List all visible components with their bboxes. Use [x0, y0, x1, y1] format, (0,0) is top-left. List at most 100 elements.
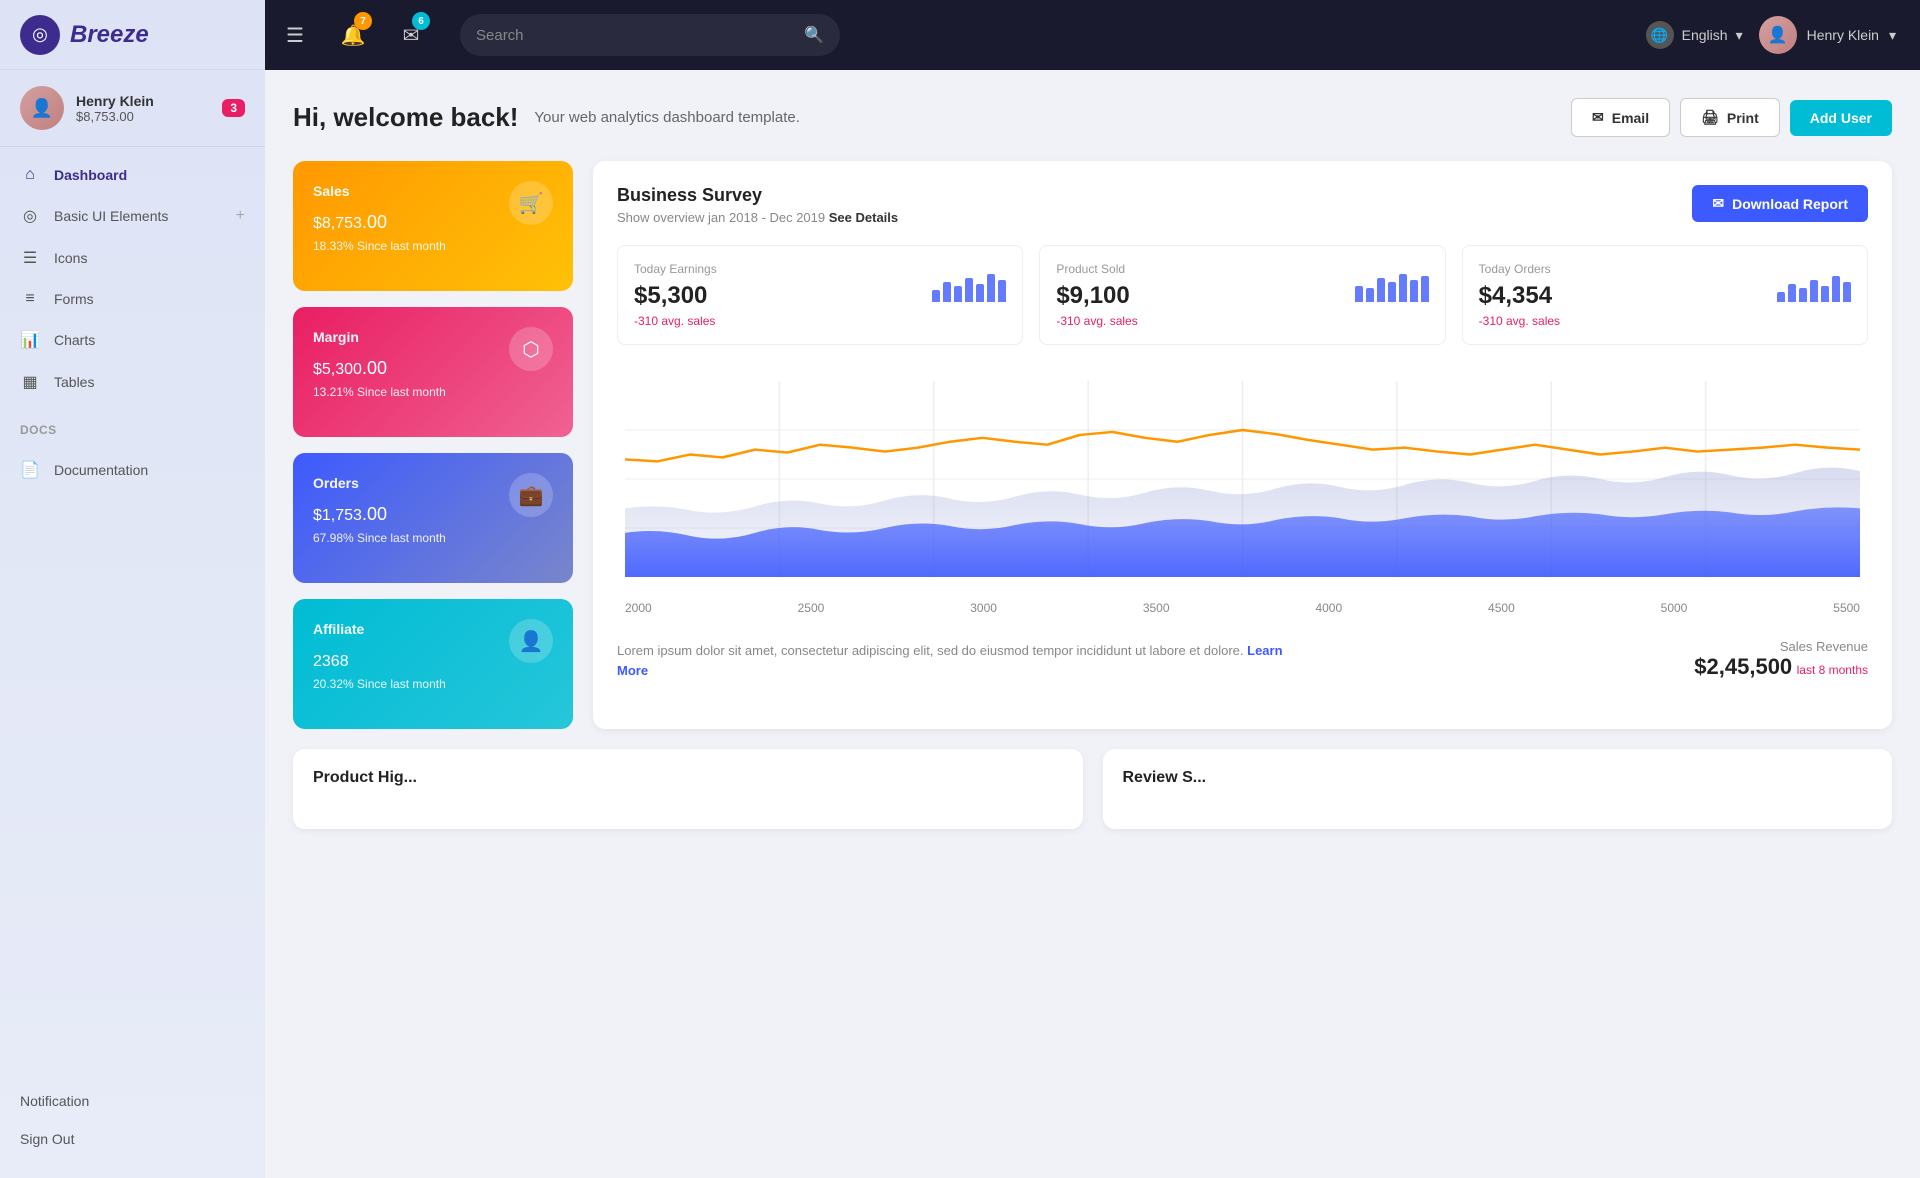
bar — [1777, 292, 1785, 302]
bar — [1788, 284, 1796, 302]
nav-label-icons: Icons — [54, 250, 87, 266]
download-report-button[interactable]: ✉ Download Report — [1692, 185, 1868, 222]
notification-badge: 7 — [354, 12, 372, 30]
sidebar-item-notification[interactable]: Notification — [0, 1082, 265, 1120]
home-icon: ⌂ — [20, 166, 40, 184]
sidebar-item-documentation[interactable]: 📄 Documentation — [0, 449, 265, 491]
main-chart-svg — [625, 381, 1860, 577]
print-icon: 🖨 — [1701, 109, 1719, 126]
menu-button[interactable]: ☰ — [270, 0, 320, 70]
bottom-panel-product-title: Product Hig... — [313, 769, 1063, 787]
stat-icon-sales: 🛒 — [509, 181, 553, 225]
main-content: Hi, welcome back! Your web analytics das… — [265, 70, 1920, 1178]
sidebar-notification-badge: 3 — [222, 99, 245, 117]
x-label-3: 3500 — [1143, 601, 1170, 615]
chart-description: Lorem ipsum dolor sit amet, consectetur … — [617, 641, 1305, 680]
dashboard-grid: Sales $8,753.00 18.33% Since last month … — [293, 161, 1892, 729]
user-details: Henry Klein $8,753.00 — [76, 93, 210, 124]
email-button[interactable]: ✉ Email — [1571, 98, 1670, 137]
bottom-panel-product: Product Hig... — [293, 749, 1083, 829]
icons-icon: ☰ — [20, 248, 40, 268]
nav-label-charts: Charts — [54, 332, 95, 348]
sidebar-item-forms[interactable]: ≡ Forms — [0, 279, 265, 319]
sidebar-bottom: Notification Sign Out — [0, 1082, 265, 1178]
user-name-label: Henry Klein — [1807, 27, 1879, 43]
x-label-1: 2500 — [798, 601, 825, 615]
basic-ui-icon: ◎ — [20, 206, 40, 226]
topbar-right: 🌐 English ▾ 👤 Henry Klein ▾ — [1646, 16, 1920, 54]
survey-title: Business Survey — [617, 185, 898, 206]
language-chevron-icon: ▾ — [1736, 27, 1743, 44]
stat-icon-margin: ⬡ — [509, 327, 553, 371]
sidebar-user-section: 👤 Henry Klein $8,753.00 3 — [0, 70, 265, 147]
bar — [954, 286, 962, 302]
bar — [1799, 288, 1807, 302]
bar — [1421, 276, 1429, 302]
language-selector[interactable]: 🌐 English ▾ — [1646, 21, 1743, 49]
survey-subtitle: Show overview jan 2018 - Dec 2019 See De… — [617, 210, 898, 225]
nav-label-basic-ui: Basic UI Elements — [54, 208, 168, 224]
nav-label-documentation: Documentation — [54, 462, 148, 478]
welcome-title: Hi, welcome back! — [293, 102, 518, 133]
forms-icon: ≡ — [20, 290, 40, 308]
charts-icon: 📊 — [20, 330, 40, 350]
bar — [1377, 278, 1385, 302]
bar — [1399, 274, 1407, 302]
survey-header: Business Survey Show overview jan 2018 -… — [617, 185, 1868, 225]
sidebar-user-amount: $8,753.00 — [76, 109, 210, 124]
sidebar-item-dashboard[interactable]: ⌂ Dashboard — [0, 155, 265, 195]
mini-bar-chart-orders — [1777, 262, 1851, 302]
mini-stat-orders: Today Orders $4,354 -310 avg. sales — [1462, 245, 1868, 345]
logo-text: Breeze — [70, 21, 149, 49]
welcome-header: Hi, welcome back! Your web analytics das… — [293, 98, 1892, 137]
stat-cards: Sales $8,753.00 18.33% Since last month … — [293, 161, 573, 729]
message-badge: 6 — [412, 12, 430, 30]
sidebar-item-charts[interactable]: 📊 Charts — [0, 319, 265, 361]
mini-stat-earnings-value: $5,300 — [634, 282, 717, 310]
see-details-link[interactable]: See Details — [829, 210, 898, 225]
user-chevron-icon: ▾ — [1889, 27, 1896, 44]
mini-stat-earnings-label: Today Earnings — [634, 262, 717, 276]
sales-revenue-section: Sales Revenue $2,45,500 last 8 months — [1694, 639, 1868, 680]
stat-icon-affiliate: 👤 — [509, 619, 553, 663]
x-label-0: 2000 — [625, 601, 652, 615]
stat-card-orders: Orders $1,753.00 67.98% Since last month… — [293, 453, 573, 583]
nav-label-signout: Sign Out — [20, 1131, 74, 1147]
bottom-panel-review-title: Review S... — [1123, 769, 1873, 787]
header-actions: ✉ Email 🖨 Print Add User — [1571, 98, 1892, 137]
search-icon: 🔍 — [804, 25, 824, 45]
mini-stat-product-label: Product Sold — [1056, 262, 1137, 276]
nav-label-notification: Notification — [20, 1093, 89, 1109]
language-label: English — [1682, 27, 1728, 43]
sidebar-item-icons[interactable]: ☰ Icons — [0, 237, 265, 279]
bar — [1821, 286, 1829, 302]
sidebar-logo: ◎ Breeze — [0, 0, 265, 70]
message-button[interactable]: ✉ 6 — [386, 0, 436, 70]
chart-footer: Lorem ipsum dolor sit amet, consectetur … — [617, 631, 1868, 680]
nav-label-dashboard: Dashboard — [54, 167, 127, 183]
sidebar-item-basic-ui[interactable]: ◎ Basic UI Elements + — [0, 195, 265, 237]
add-user-button[interactable]: Add User — [1790, 100, 1892, 136]
mini-stat-earnings-info: Today Earnings $5,300 -310 avg. sales — [634, 262, 717, 328]
x-label-2: 3000 — [970, 601, 997, 615]
bottom-panels: Product Hig... Review S... — [293, 749, 1892, 829]
x-label-7: 5500 — [1833, 601, 1860, 615]
bar — [943, 282, 951, 302]
stat-change-orders: 67.98% Since last month — [313, 531, 553, 545]
nav-label-forms: Forms — [54, 291, 94, 307]
stat-change-margin: 13.21% Since last month — [313, 385, 553, 399]
add-icon: + — [236, 207, 245, 225]
mini-stat-orders-info: Today Orders $4,354 -310 avg. sales — [1479, 262, 1560, 328]
sidebar-item-tables[interactable]: ▦ Tables — [0, 361, 265, 403]
tables-icon: ▦ — [20, 372, 40, 392]
sidebar-avatar: 👤 — [20, 86, 64, 130]
search-input[interactable] — [476, 27, 804, 44]
sidebar-item-signout[interactable]: Sign Out — [0, 1120, 265, 1158]
user-menu[interactable]: 👤 Henry Klein ▾ — [1759, 16, 1896, 54]
print-button[interactable]: 🖨 Print — [1680, 98, 1780, 137]
main-chart-area — [617, 365, 1868, 585]
survey-panel: Business Survey Show overview jan 2018 -… — [593, 161, 1892, 729]
search-bar: 🔍 — [460, 14, 840, 56]
mini-bar-chart-product — [1355, 262, 1429, 302]
notification-button[interactable]: 🔔 7 — [328, 0, 378, 70]
